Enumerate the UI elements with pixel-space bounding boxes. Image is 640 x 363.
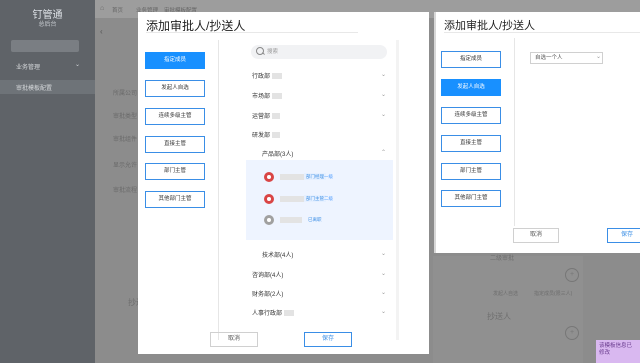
tree-dept[interactable]: 人事行政部	[252, 308, 295, 317]
tree-dept[interactable]: 运营部	[252, 111, 281, 120]
tree-dept-expanded[interactable]: 研发部	[252, 130, 281, 139]
avatar	[264, 194, 274, 204]
chevron-down-icon[interactable]: ⌄	[381, 111, 386, 118]
chevron-down-icon[interactable]: ⌄	[381, 308, 386, 315]
option-multi-level-supervisor[interactable]: 连续多级主管	[441, 107, 501, 124]
bg-initiator-choose: 发起人自选	[493, 291, 519, 297]
back-icon[interactable]: ‹	[100, 27, 103, 36]
option-multi-level-supervisor[interactable]: 连续多级主管	[145, 108, 205, 125]
member-name	[280, 217, 302, 223]
brand-subtitle: 总后台	[38, 22, 57, 28]
option-designated-member[interactable]: 指定成员	[441, 51, 501, 68]
sidebar-item-template[interactable]: 审批模板配置	[16, 83, 52, 92]
tree-dept[interactable]: 财务部(2人)	[252, 289, 283, 298]
approver-dialog-right: 添加审批人/抄送人 指定成员 发起人自选 连续多级主管 直接主管 部门主管 其他…	[436, 12, 640, 253]
bg-cc-label-right: 抄送人	[487, 312, 511, 321]
member-name	[280, 174, 304, 180]
form-label-type: 审批类型	[113, 114, 138, 120]
save-button[interactable]: 保存	[304, 332, 352, 347]
avatar	[264, 215, 274, 225]
option-initiator-choose[interactable]: 发起人自选	[145, 80, 205, 97]
form-label-flow: 审批流程	[113, 188, 138, 194]
chevron-down-icon: ⌄	[75, 62, 81, 68]
option-department-head[interactable]: 部门主管	[441, 163, 501, 180]
chevron-down-icon[interactable]: ⌄	[381, 270, 386, 277]
option-other-department-head[interactable]: 其他部门主管	[145, 191, 205, 208]
tree-dept[interactable]: 行政部	[252, 71, 283, 80]
bg-second-approval: 二级审批	[490, 256, 515, 262]
home-icon[interactable]: ⌂	[100, 5, 104, 12]
avatar	[264, 172, 274, 182]
member-role-tag: 部门主管	[304, 195, 326, 202]
search-icon	[256, 47, 264, 55]
dialog-title: 添加审批人/抄送人	[444, 20, 536, 32]
tree-subdept-expanded[interactable]: 产品部(3人)	[262, 149, 293, 158]
flow-canvas-right	[433, 256, 583, 363]
chevron-up-icon[interactable]: ⌃	[381, 149, 386, 156]
chevron-down-icon: ⌄	[596, 54, 602, 60]
member-name	[280, 196, 304, 202]
unsaved-hint: 该模板信息已修改	[596, 340, 640, 363]
scrollbar[interactable]	[396, 40, 399, 340]
tree-dept[interactable]: 市场部	[252, 91, 283, 100]
sidebar-search-input[interactable]	[11, 40, 79, 52]
option-designated-member[interactable]: 指定成员	[145, 52, 205, 69]
tree-dept[interactable]: 咨询部(4人)	[252, 270, 283, 279]
option-department-head[interactable]: 部门主管	[145, 163, 205, 180]
chevron-down-icon[interactable]: ⌄	[381, 91, 386, 98]
save-button[interactable]: 保存	[607, 228, 640, 243]
breadcrumb-home[interactable]: 首页	[112, 6, 123, 14]
option-initiator-choose[interactable]: 发起人自选	[441, 79, 501, 96]
member-status-tag: 已离职	[308, 217, 322, 222]
member-search-input[interactable]: 搜索	[251, 45, 387, 59]
tree-subdept[interactable]: 技术部(4人)	[262, 250, 293, 259]
option-direct-supervisor[interactable]: 直接主管	[441, 135, 501, 152]
sidebar-group-business[interactable]: 业务管理	[16, 62, 40, 71]
member-role-tag: 部门经理	[304, 173, 326, 180]
form-label-allow: 显示允许	[113, 163, 138, 169]
title-divider	[146, 32, 358, 33]
chooser-mode-select[interactable]: 自选一个人	[530, 52, 603, 64]
option-direct-supervisor[interactable]: 直接主管	[145, 136, 205, 153]
form-label-company: 所属公司	[113, 91, 138, 97]
bg-designated-members: 指定成员(限三人)	[534, 291, 573, 297]
member-level-tag: 一级	[324, 174, 333, 179]
vertical-divider	[218, 40, 219, 340]
add-node-icon-2[interactable]: +	[565, 326, 579, 340]
chevron-down-icon[interactable]: ⌄	[381, 71, 386, 78]
option-other-department-head[interactable]: 其他部门主管	[441, 190, 501, 207]
approver-dialog-left: 添加审批人/抄送人 指定成员 发起人自选 连续多级主管 直接主管 部门主管 其他…	[138, 12, 429, 354]
member-level-tag: 二级	[324, 196, 333, 201]
cancel-button[interactable]: 取消	[513, 228, 559, 243]
cancel-button[interactable]: 取消	[210, 332, 258, 347]
add-node-icon[interactable]: +	[565, 268, 579, 282]
title-divider	[444, 32, 640, 33]
form-label-component: 审批组件	[113, 137, 138, 143]
chevron-down-icon[interactable]: ⌄	[381, 289, 386, 296]
sidebar	[0, 0, 95, 363]
chevron-down-icon[interactable]: ⌄	[381, 250, 386, 257]
vertical-divider	[514, 38, 515, 226]
